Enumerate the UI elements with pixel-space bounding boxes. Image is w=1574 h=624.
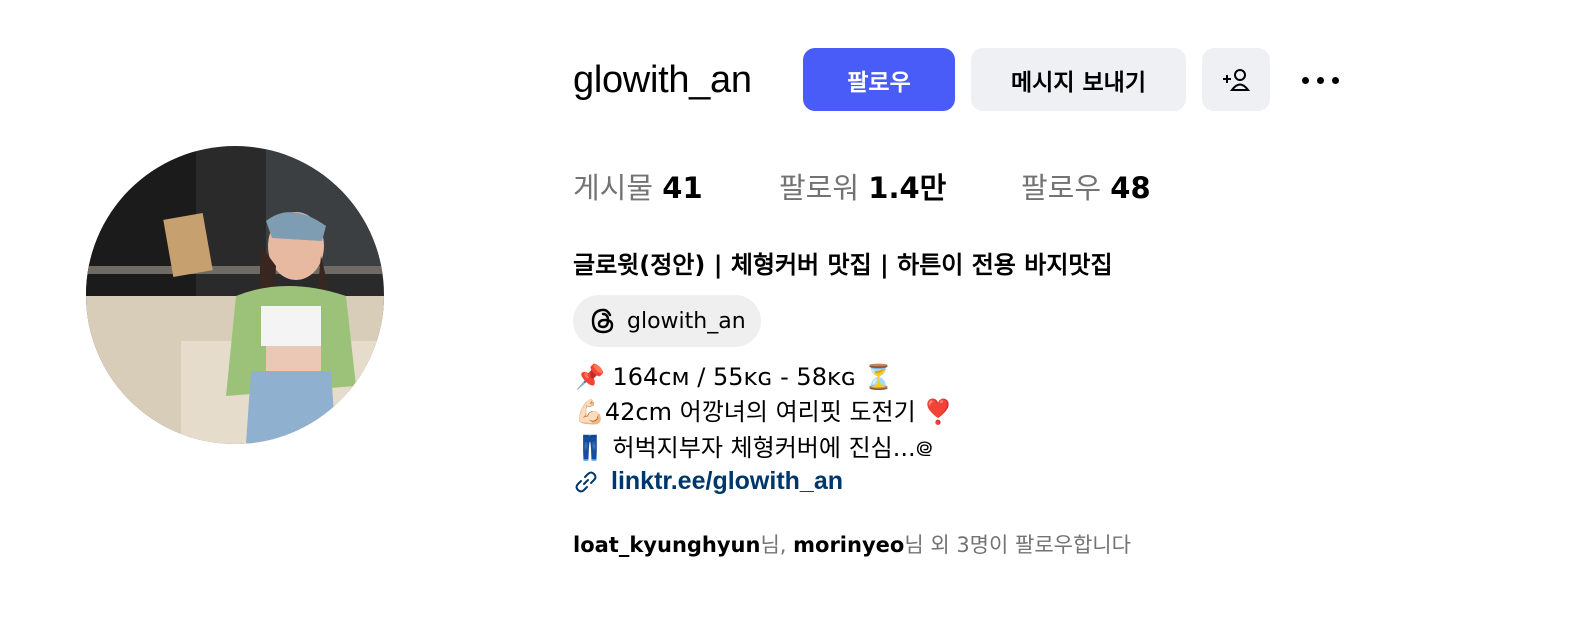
bio-link-text: linktr.ee/glowith_an xyxy=(611,467,843,495)
threads-handle: glowith_an xyxy=(627,308,746,334)
add-person-icon xyxy=(1223,68,1250,91)
followed-by-user-1[interactable]: loat_kyunghyun xyxy=(573,533,760,557)
followers-value: 1.4만 xyxy=(868,171,947,205)
more-dot xyxy=(1331,76,1339,84)
following-count[interactable]: 팔로우 48 xyxy=(1021,168,1151,208)
more-horizontal-icon xyxy=(1301,76,1309,84)
follow-button[interactable]: 팔로우 xyxy=(803,48,955,111)
threads-icon xyxy=(591,308,614,334)
profile-username: glowith_an xyxy=(573,59,752,101)
followed-by-user-2[interactable]: morinyeo xyxy=(793,533,904,557)
link-icon xyxy=(575,471,597,492)
posts-label: 게시물 xyxy=(573,171,654,205)
followed-by-suffix: 님 외 3명이 팔로우합니다 xyxy=(904,533,1131,557)
threads-badge[interactable]: glowith_an xyxy=(573,295,761,347)
posts-count: 게시물 41 xyxy=(573,168,703,208)
message-button[interactable]: 메시지 보내기 xyxy=(971,48,1186,111)
posts-value: 41 xyxy=(662,171,703,205)
profile-full-name: 글로윗(정안) | 체형커버 맛집 | 하튼이 전용 바지맛집 xyxy=(573,251,1113,279)
bio-line-2: 💪🏻42cm 어깡녀의 여리핏 도전기 ❣️ xyxy=(575,398,954,426)
followed-by-separator: 님, xyxy=(760,533,794,557)
followers-count[interactable]: 팔로워 1.4만 xyxy=(779,168,946,208)
followers-label: 팔로워 xyxy=(779,171,860,205)
bio-line-1: 📌 164ᴄᴍ / 55ᴋɢ - 58ᴋɢ ⏳ xyxy=(575,363,894,391)
followed-by[interactable]: loat_kyunghyun님, morinyeo님 외 3명이 팔로우합니다 xyxy=(573,530,1131,560)
bio-line-3: 👖 허벅지부자 체형커버에 진심...᪤ xyxy=(575,434,933,462)
suggest-accounts-button[interactable] xyxy=(1202,48,1270,111)
following-label: 팔로우 xyxy=(1021,171,1102,205)
more-dot xyxy=(1316,76,1324,84)
following-value: 48 xyxy=(1110,171,1151,205)
bio-link[interactable]: linktr.ee/glowith_an xyxy=(573,467,843,496)
profile-avatar[interactable] xyxy=(86,146,384,444)
avatar-photo xyxy=(86,146,384,444)
more-options-button[interactable] xyxy=(1294,62,1346,98)
